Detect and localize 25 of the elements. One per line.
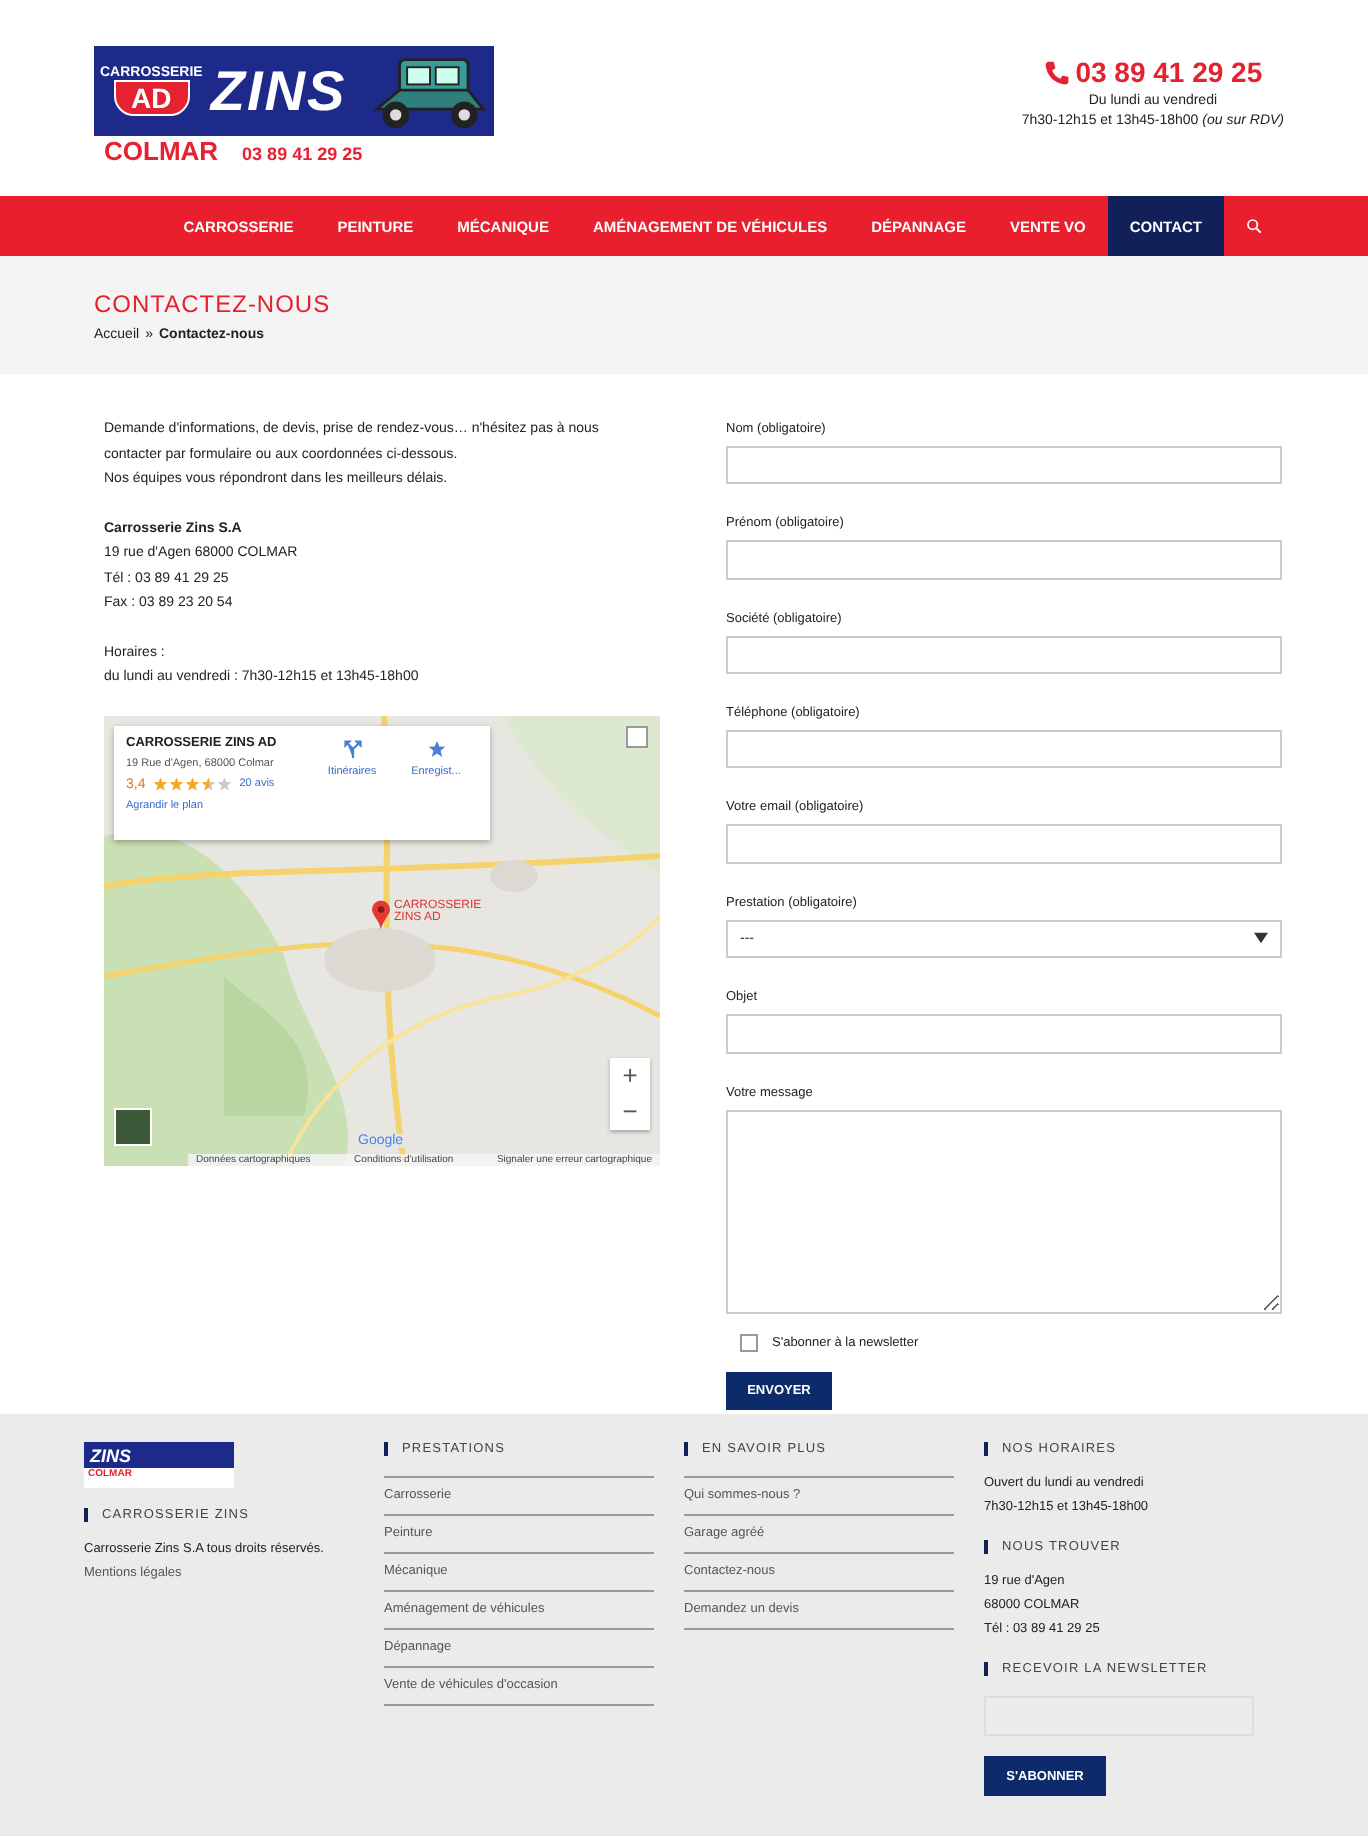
zoom-in-button[interactable]: +: [610, 1057, 650, 1093]
map-pin-icon: [372, 899, 390, 929]
star-icon: [427, 739, 445, 757]
input-field[interactable]: [726, 635, 1282, 675]
caret-icon: [1254, 932, 1268, 945]
phone-icon: [1043, 59, 1070, 85]
message-field[interactable]: [726, 1109, 1282, 1314]
logo-badge: AD: [113, 80, 190, 116]
satellite-toggle[interactable]: [114, 1107, 152, 1145]
logo-wordmark: ZINS: [210, 59, 347, 123]
logo-phone: 03 89 41 29 25: [242, 144, 363, 164]
search-icon: [1246, 218, 1262, 234]
zoom-out-button[interactable]: −: [610, 1093, 650, 1129]
page-title: CONTACTEZ-NOUS: [94, 290, 333, 318]
input-field[interactable]: [726, 540, 1282, 580]
fullscreen-button[interactable]: [626, 725, 648, 747]
phone-number[interactable]: 03 89 41 29 25: [1075, 56, 1263, 88]
directions-icon: [343, 739, 361, 757]
checkbox[interactable]: [740, 1333, 758, 1352]
logo-wordmark: ZINS: [90, 1446, 134, 1466]
logo-city: COLMAR: [104, 136, 219, 166]
input-field[interactable]: [726, 446, 1282, 485]
input-field[interactable]: [726, 730, 1282, 769]
input-field[interactable]: [726, 1014, 1282, 1054]
input-field[interactable]: [726, 824, 1282, 864]
